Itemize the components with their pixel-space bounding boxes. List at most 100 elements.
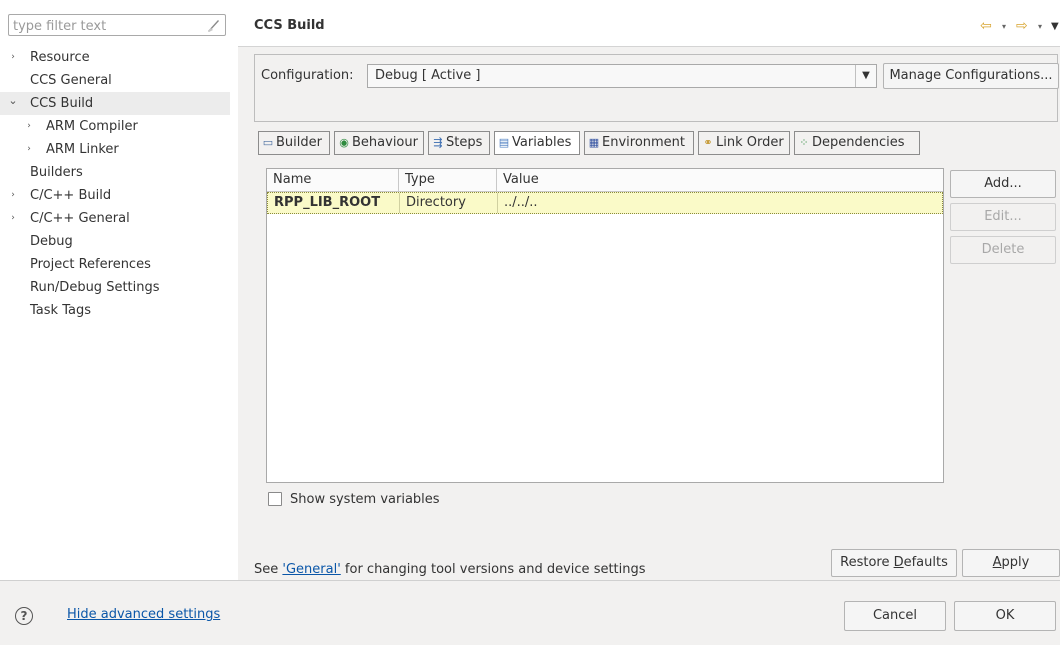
tree-item-label: ARM Linker	[46, 142, 119, 157]
collapsed-arrow-icon[interactable]: ›	[24, 138, 34, 161]
tab-behaviour[interactable]: ◉ Behaviour	[334, 131, 424, 155]
tree-item[interactable]: Run/Debug Settings	[0, 276, 230, 299]
tab-label: Link Order	[716, 135, 784, 150]
page-title: CCS Build	[254, 18, 325, 33]
forward-arrow-icon[interactable]: ⇨	[1016, 18, 1028, 34]
view-menu-icon[interactable]: ▼	[1051, 21, 1059, 32]
column-header-value[interactable]: Value	[497, 169, 943, 191]
tab-label: Behaviour	[352, 135, 418, 150]
builder-icon: ▭	[262, 136, 274, 149]
checkbox-label: Show system variables	[290, 492, 440, 507]
help-icon[interactable]: ?	[15, 607, 33, 625]
tree-item-label: Debug	[30, 234, 73, 249]
tab-label: Builder	[276, 135, 322, 150]
tree-item[interactable]: Project References	[0, 253, 230, 276]
behaviour-icon: ◉	[339, 136, 349, 149]
tree-item-label: Project References	[30, 257, 151, 272]
cell-value: ../../..	[504, 195, 538, 210]
tree-item-label: CCS Build	[30, 96, 94, 111]
left-nav-panel: › Resource CCS General ⌄ CCS Build › ARM Compi…	[0, 0, 238, 580]
tree-item-label: Task Tags	[30, 303, 91, 318]
manage-configurations-button[interactable]: Manage Configurations...	[883, 63, 1059, 89]
collapsed-arrow-icon[interactable]: ›	[8, 184, 18, 207]
table-row[interactable]: RPP_LIB_ROOT Directory ../../..	[267, 192, 943, 214]
delete-button[interactable]: Delete	[950, 236, 1056, 264]
tab-variables[interactable]: ▤ Variables	[494, 131, 580, 155]
clear-filter-icon[interactable]	[205, 17, 221, 33]
tree-item[interactable]: Builders	[0, 161, 230, 184]
column-header-name[interactable]: Name	[267, 169, 399, 191]
restore-mnemonic: D	[893, 555, 904, 570]
tab-label: Environment	[602, 135, 686, 150]
restore-label-post: efaults	[903, 555, 948, 570]
configuration-label: Configuration:	[261, 68, 354, 83]
tree-item[interactable]: ⌄ CCS Build	[0, 92, 230, 115]
tree-item-label: C/C++ General	[30, 211, 130, 226]
back-dropdown-icon[interactable]: ▾	[1002, 22, 1006, 31]
apply-label-post: pply	[1001, 555, 1030, 570]
steps-icon: ⇶	[433, 136, 443, 149]
tab-steps[interactable]: ⇶ Steps	[428, 131, 490, 155]
hint-suffix: for changing tool versions and device se…	[340, 562, 646, 577]
restore-defaults-button[interactable]: Restore Defaults	[831, 549, 957, 577]
tree-item[interactable]: › ARM Compiler	[0, 115, 230, 138]
tree-item[interactable]: Task Tags	[0, 299, 230, 322]
tree-item-label: Builders	[30, 165, 83, 180]
filter-box	[8, 14, 226, 36]
tree-item[interactable]: › ARM Linker	[0, 138, 230, 161]
back-arrow-icon[interactable]: ⇦	[980, 18, 992, 34]
variables-icon: ▤	[498, 136, 510, 149]
collapsed-arrow-icon[interactable]: ›	[8, 46, 18, 69]
forward-dropdown-icon[interactable]: ▾	[1038, 22, 1042, 31]
checkbox-box[interactable]	[268, 492, 282, 506]
general-hint: See 'General' for changing tool versions…	[254, 562, 646, 577]
apply-mnemonic: A	[992, 555, 1002, 570]
tree-item[interactable]: › C/C++ General	[0, 207, 230, 230]
ok-button[interactable]: OK	[954, 601, 1056, 631]
tree-item[interactable]: › Resource	[0, 46, 230, 69]
hide-advanced-settings-link[interactable]: Hide advanced settings	[67, 607, 220, 622]
hint-prefix: See	[254, 562, 283, 577]
configuration-value: Debug [ Active ]	[375, 68, 481, 83]
tab-label: Dependencies	[812, 135, 905, 150]
collapsed-arrow-icon[interactable]: ›	[8, 207, 18, 230]
tab-label: Variables	[512, 135, 572, 150]
expanded-arrow-icon[interactable]: ⌄	[8, 92, 18, 115]
variables-table[interactable]: Name Type Value RPP_LIB_ROOT Directory .…	[266, 168, 944, 483]
filter-input[interactable]	[11, 16, 205, 36]
apply-button[interactable]: Apply	[962, 549, 1060, 577]
tree-item-label: Run/Debug Settings	[30, 280, 160, 295]
tab-link-order[interactable]: ⚭ Link Order	[698, 131, 790, 155]
tab-dependencies[interactable]: ⁘ Dependencies	[794, 131, 920, 155]
tree-item-label: CCS General	[30, 73, 112, 88]
configuration-group: Configuration: Debug [ Active ] ▼ Manage…	[254, 54, 1059, 122]
tree-item-label: Resource	[30, 50, 90, 65]
tree-item-label: C/C++ Build	[30, 188, 112, 203]
general-link[interactable]: 'General'	[282, 562, 340, 577]
add-button[interactable]: Add...	[950, 170, 1056, 198]
history-toolbar: ⇦ ▾ ⇨ ▾ ▼	[980, 18, 1060, 38]
column-header-type[interactable]: Type	[399, 169, 497, 191]
edit-button[interactable]: Edit...	[950, 203, 1056, 231]
tree-item[interactable]: CCS General	[0, 69, 230, 92]
tree-item-label: ARM Compiler	[46, 119, 138, 134]
dialog-button-bar: ? Hide advanced settings Cancel OK	[0, 580, 1060, 645]
collapsed-arrow-icon[interactable]: ›	[24, 115, 34, 138]
cell-type: Directory	[400, 193, 498, 213]
chevron-down-icon[interactable]: ▼	[855, 65, 876, 87]
tab-builder[interactable]: ▭ Builder	[258, 131, 330, 155]
cell-name: RPP_LIB_ROOT	[268, 193, 400, 213]
tree-item[interactable]: › C/C++ Build	[0, 184, 230, 207]
tab-environment[interactable]: ▦ Environment	[584, 131, 694, 155]
tab-label: Steps	[446, 135, 483, 150]
cancel-button[interactable]: Cancel	[844, 601, 946, 631]
tree-item[interactable]: Debug	[0, 230, 230, 253]
dependencies-icon: ⁘	[799, 136, 809, 149]
page-header: CCS Build ⇦ ▾ ⇨ ▾ ▼	[238, 0, 1060, 47]
environment-icon: ▦	[588, 136, 600, 149]
settings-page: CCS Build ⇦ ▾ ⇨ ▾ ▼ Configuration: Debug…	[238, 0, 1060, 580]
configuration-select[interactable]: Debug [ Active ] ▼	[367, 64, 877, 88]
link-order-icon: ⚭	[703, 136, 713, 149]
table-header: Name Type Value	[267, 169, 943, 192]
restore-label-pre: Restore	[840, 555, 894, 570]
